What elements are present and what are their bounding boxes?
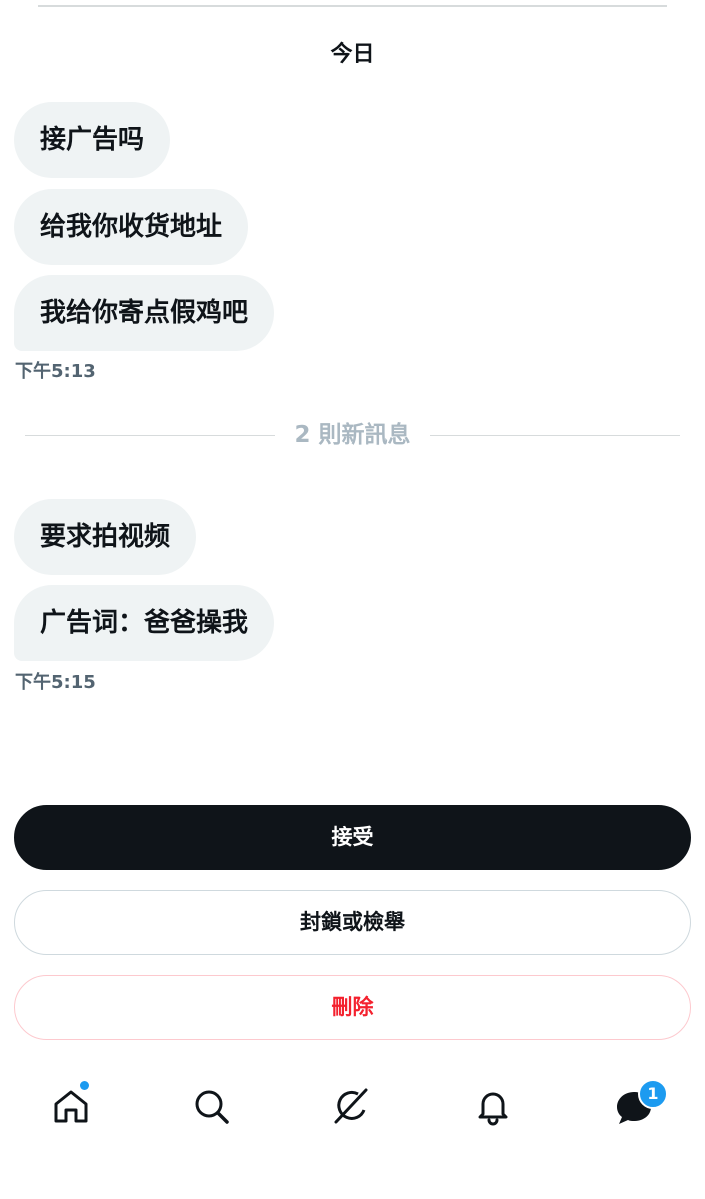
search-icon: [195, 1090, 229, 1124]
message-bubble[interactable]: 我给你寄点假鸡吧: [14, 275, 275, 351]
home-icon: [54, 1090, 88, 1123]
new-messages-label: 2 則新訊息: [294, 422, 411, 448]
new-messages-divider: 2 則新訊息: [25, 418, 680, 452]
top-divider: [38, 5, 667, 7]
grok-icon: [334, 1088, 368, 1124]
block-or-report-button[interactable]: 封鎖或檢舉: [14, 890, 691, 955]
message-timestamp: 下午5:15: [15, 672, 96, 693]
message-bubble[interactable]: 广告词：爸爸操我: [14, 585, 275, 661]
message-bubble[interactable]: 要求拍视频: [14, 499, 197, 575]
unread-dot: [80, 1081, 89, 1090]
tab-grok[interactable]: [330, 1084, 374, 1128]
messages-count-badge: 1: [638, 1079, 668, 1109]
message-timestamp: 下午5:13: [15, 361, 96, 382]
accept-button[interactable]: 接受: [14, 805, 691, 870]
delete-button[interactable]: 刪除: [14, 975, 691, 1040]
tab-messages[interactable]: 1: [612, 1079, 668, 1128]
bottom-tab-bar: 1: [0, 1070, 705, 1140]
message-bubble[interactable]: 接广告吗: [14, 102, 171, 178]
bell-icon: [478, 1092, 508, 1126]
day-separator-label: 今日: [330, 42, 375, 67]
tab-search[interactable]: [189, 1084, 233, 1128]
tab-notifications[interactable]: [471, 1084, 515, 1128]
tab-home[interactable]: [49, 1081, 93, 1128]
message-bubble[interactable]: 给我你收货地址: [14, 189, 249, 265]
